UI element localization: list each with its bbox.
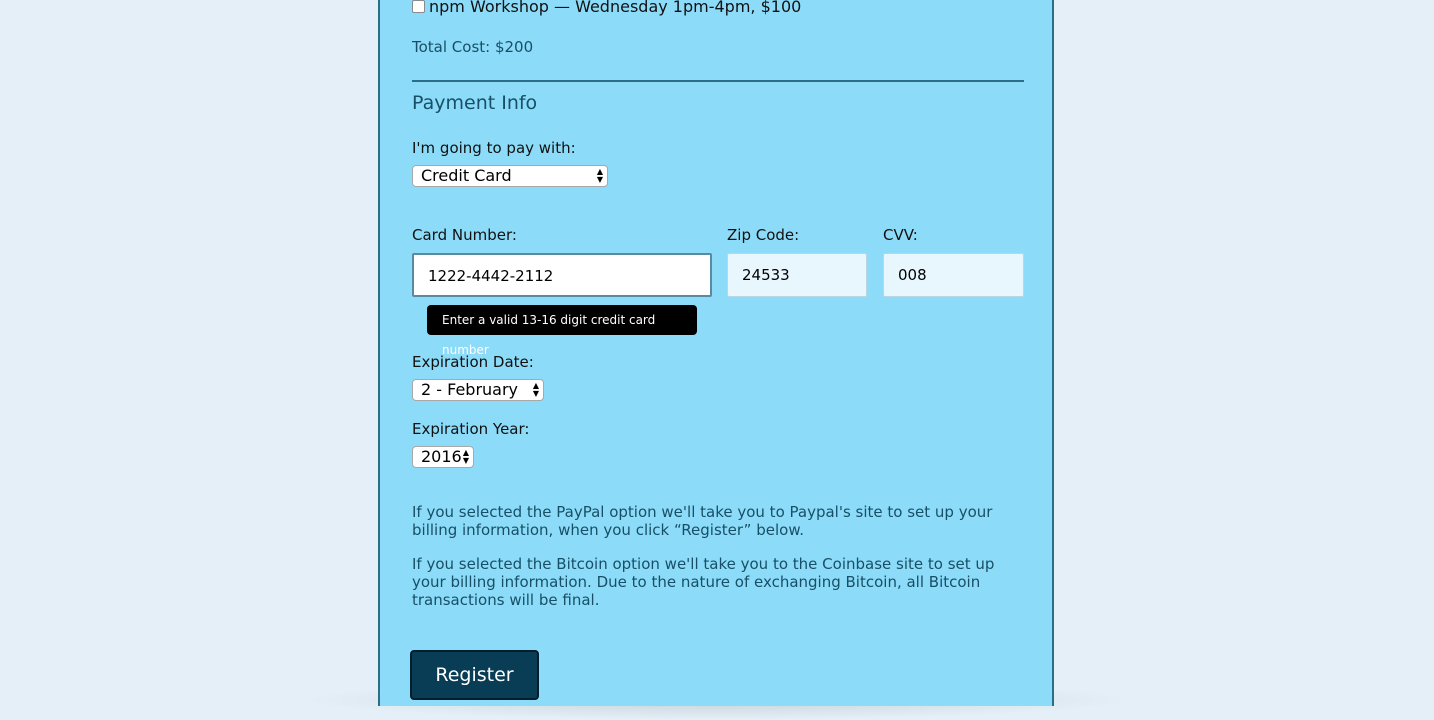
section-divider xyxy=(412,80,1024,82)
expiration-year-value: 2016 xyxy=(421,447,462,466)
activity-checkbox[interactable] xyxy=(412,0,425,13)
expiration-year-select[interactable]: 2016 ▲ ▼ xyxy=(412,446,474,468)
expiration-date-label: Expiration Date: xyxy=(412,353,534,371)
payment-method-label: I'm going to pay with: xyxy=(412,139,576,157)
bitcoin-info-text: If you selected the Bitcoin option we'll… xyxy=(412,555,995,609)
zip-code-label: Zip Code: xyxy=(727,226,800,244)
payment-method-value: Credit Card xyxy=(421,166,512,185)
card-number-error-tooltip: Enter a valid 13-16 digit credit card nu… xyxy=(427,305,697,357)
select-arrows-icon: ▲ ▼ xyxy=(596,167,603,184)
payment-info-title: Payment Info xyxy=(412,92,538,114)
cvv-label: CVV: xyxy=(883,226,918,244)
select-arrows-icon: ▲ ▼ xyxy=(462,448,469,465)
cvv-input[interactable]: 008 xyxy=(883,253,1024,297)
zip-code-input[interactable]: 24533 xyxy=(727,253,867,297)
activity-label: npm Workshop — Wednesday 1pm-4pm, $100 xyxy=(429,0,802,16)
paypal-info-text: If you selected the PayPal option we'll … xyxy=(412,503,993,539)
card-number-label: Card Number: xyxy=(412,226,517,244)
payment-method-select[interactable]: Credit Card ▲ ▼ xyxy=(412,165,608,187)
card-number-input[interactable]: 1222-4442-2112 xyxy=(412,253,712,297)
expiration-month-select[interactable]: 2 - February ▲ ▼ xyxy=(412,379,544,401)
expiration-month-value: 2 - February xyxy=(421,380,519,399)
total-cost: Total Cost: $200 xyxy=(412,38,534,56)
expiration-year-label: Expiration Year: xyxy=(412,420,530,438)
select-arrows-icon: ▲ ▼ xyxy=(532,381,539,398)
activity-option[interactable]: npm Workshop — Wednesday 1pm-4pm, $100 xyxy=(412,0,801,16)
